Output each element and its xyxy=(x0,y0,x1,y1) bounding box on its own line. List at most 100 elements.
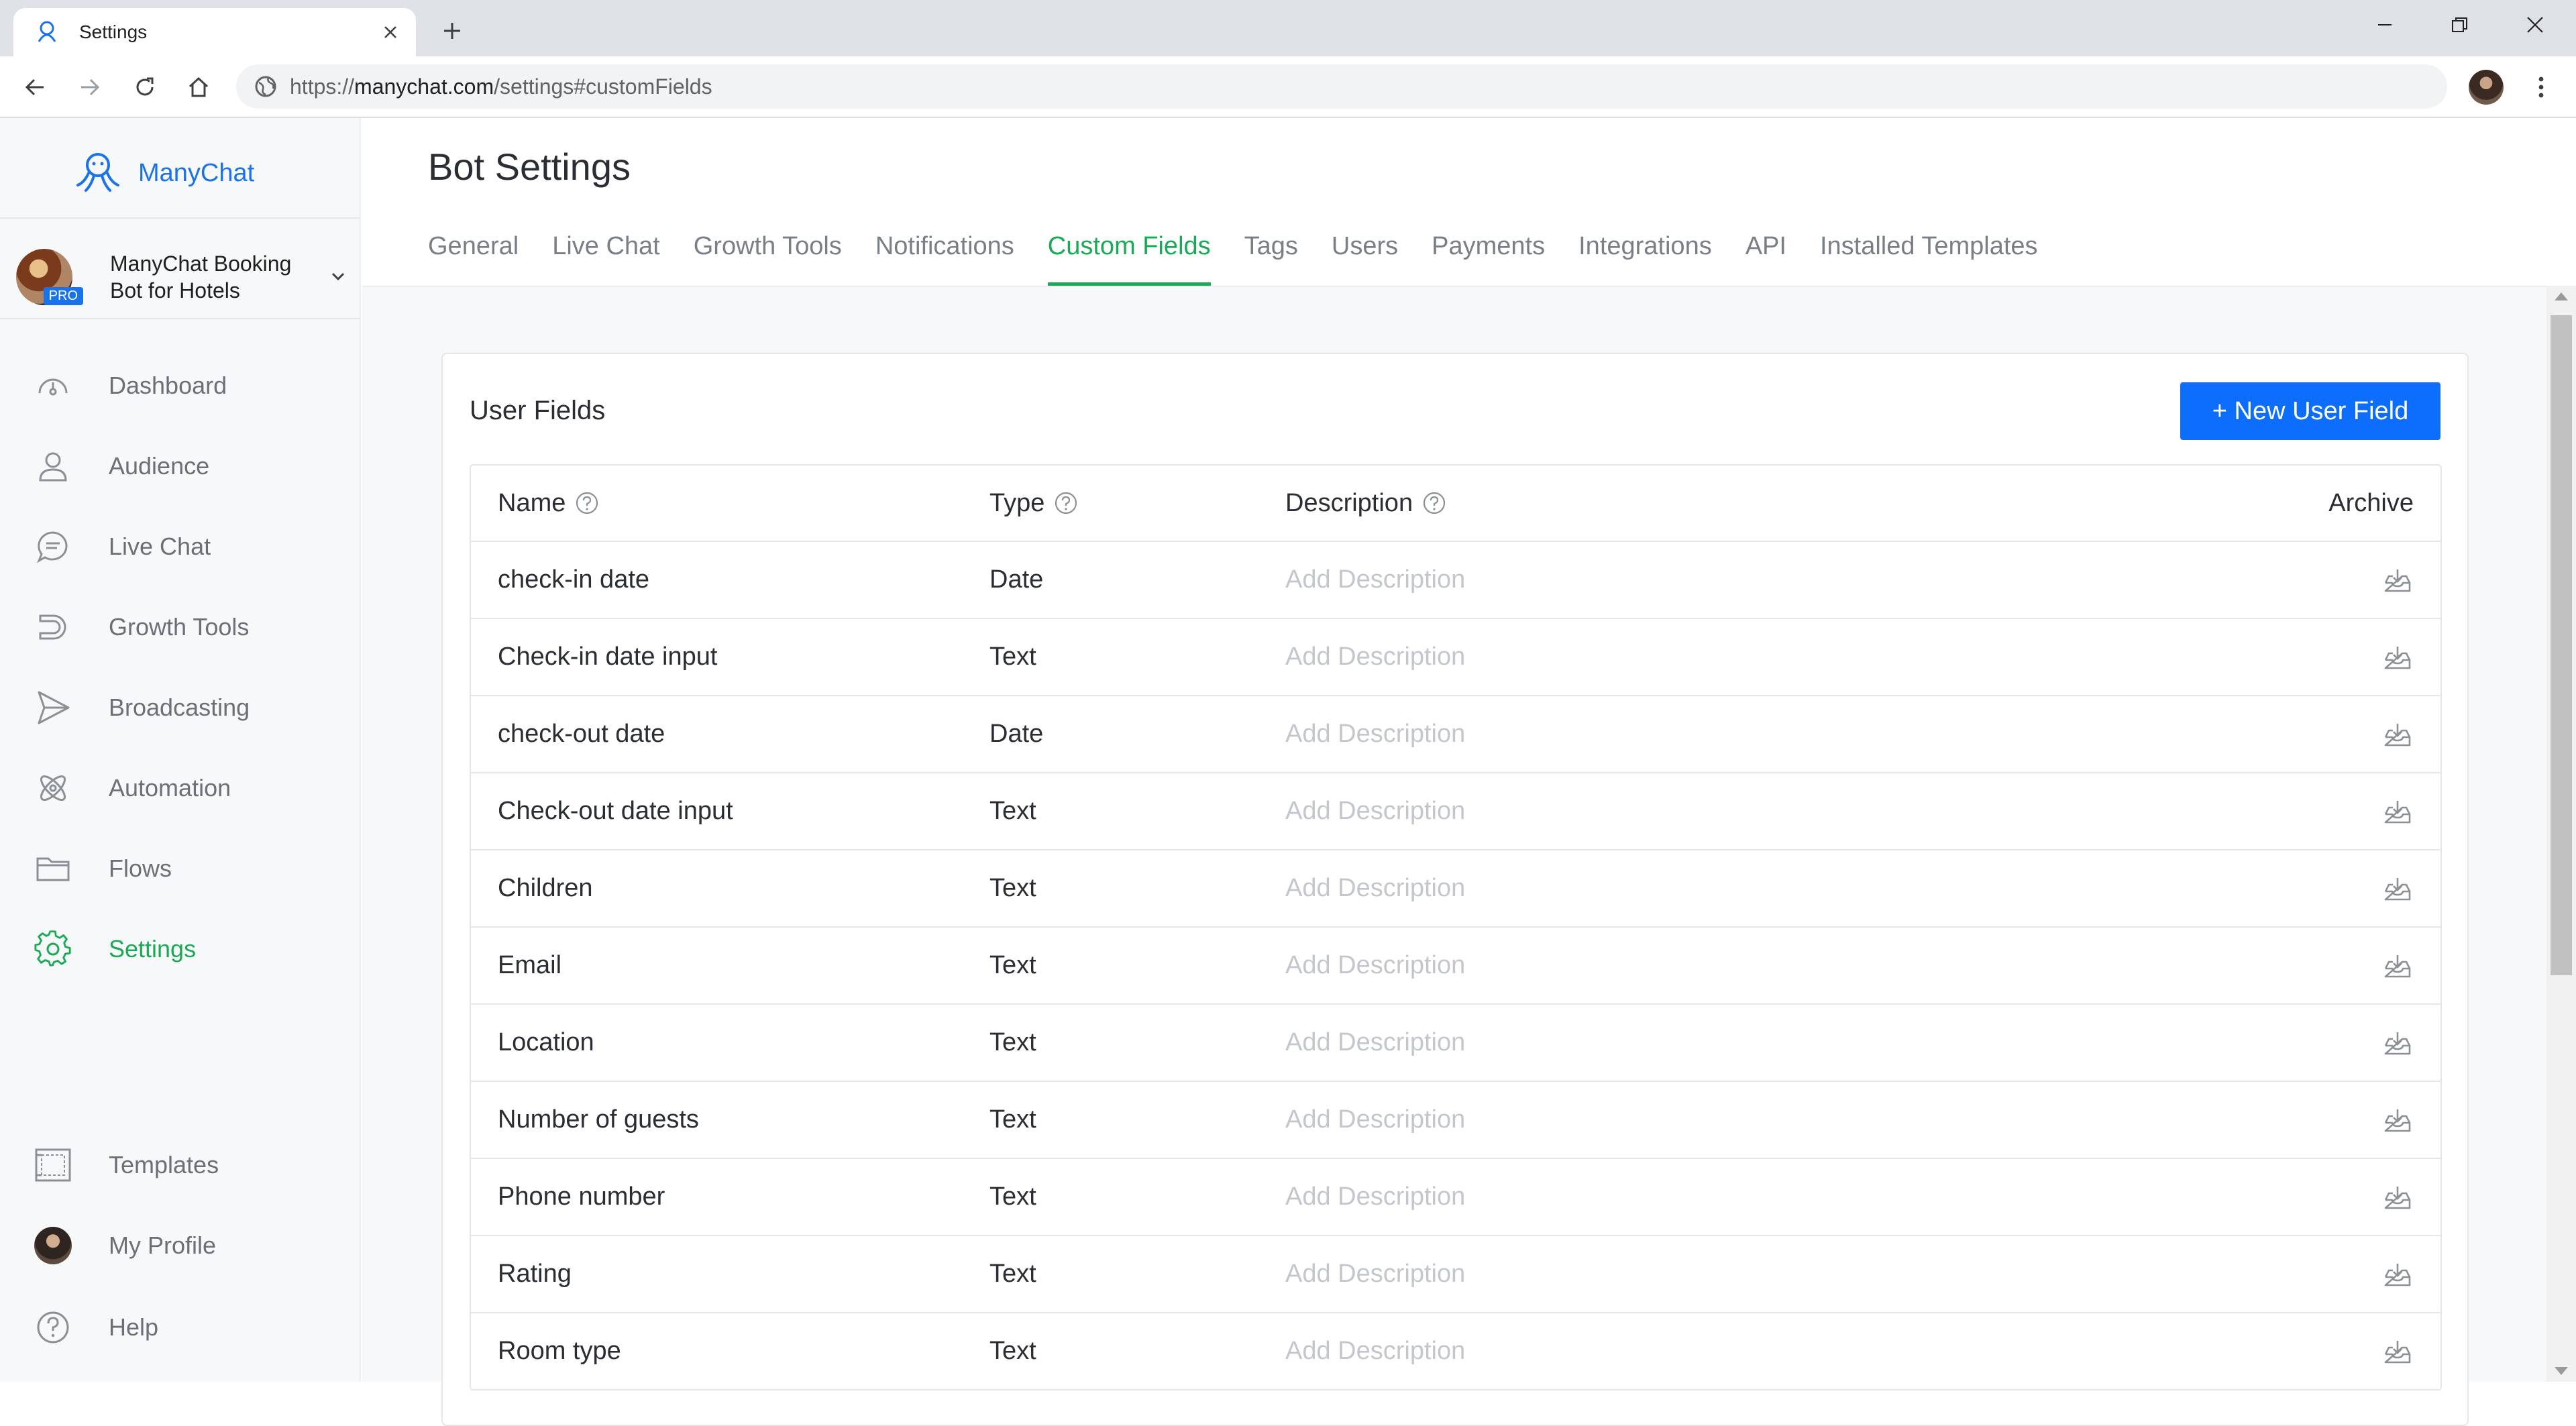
sidebar-item-audience[interactable]: Audience xyxy=(34,443,342,490)
account-switcher[interactable]: PRO ManyChat Booking Bot for Hotels xyxy=(16,240,352,314)
new-tab-plus-icon[interactable] xyxy=(433,12,471,50)
field-description[interactable]: Add Description xyxy=(1285,773,1465,849)
archive-button[interactable] xyxy=(2381,851,2414,926)
question-icon xyxy=(34,1308,72,1347)
field-description[interactable]: Add Description xyxy=(1285,1005,1465,1081)
brand-logo[interactable]: ManyChat xyxy=(71,146,254,200)
tab-live-chat[interactable]: Live Chat xyxy=(552,232,660,286)
archive-button[interactable] xyxy=(2381,1313,2414,1389)
field-name[interactable]: Room type xyxy=(498,1313,621,1389)
field-description[interactable]: Add Description xyxy=(1285,1236,1465,1312)
tab-general[interactable]: General xyxy=(428,232,519,286)
back-arrow-icon[interactable] xyxy=(16,68,54,106)
address-bar[interactable]: https://manychat.com/settings#customFiel… xyxy=(236,64,2447,109)
field-type: Text xyxy=(989,643,1036,671)
sidebar: ManyChat PRO ManyChat Booking Bot for Ho… xyxy=(0,118,361,1382)
archive-button[interactable] xyxy=(2381,1005,2414,1081)
minimize-icon[interactable] xyxy=(2348,0,2422,50)
home-icon[interactable] xyxy=(180,68,217,106)
browser-tab[interactable]: Settings xyxy=(13,8,416,56)
field-description[interactable]: Add Description xyxy=(1285,542,1465,618)
column-header-name: Name xyxy=(498,465,600,541)
tab-installed-templates[interactable]: Installed Templates xyxy=(1820,232,2038,286)
site-info-globe-icon[interactable] xyxy=(252,73,279,100)
field-type: Text xyxy=(989,1183,1036,1211)
archive-button[interactable] xyxy=(2381,1236,2414,1312)
sidebar-item-label: Audience xyxy=(109,452,210,480)
sidebar-item-label: Growth Tools xyxy=(109,613,250,641)
archive-button[interactable] xyxy=(2381,928,2414,1003)
field-name[interactable]: Email xyxy=(498,928,561,1003)
field-description[interactable]: Add Description xyxy=(1285,696,1465,772)
field-name[interactable]: Location xyxy=(498,1005,594,1081)
field-name[interactable]: check-out date xyxy=(498,696,665,772)
sidebar-item-dashboard[interactable]: Dashboard xyxy=(34,362,342,409)
sidebar-item-growth-tools[interactable]: Growth Tools xyxy=(34,604,342,651)
close-tab-icon[interactable] xyxy=(374,16,407,48)
scrollbar-thumb[interactable] xyxy=(2551,315,2572,975)
sidebar-item-help[interactable]: Help xyxy=(34,1304,342,1351)
archive-button[interactable] xyxy=(2381,619,2414,695)
help-circle-icon[interactable] xyxy=(1421,490,1448,516)
field-name[interactable]: Rating xyxy=(498,1236,572,1312)
vertical-scrollbar[interactable] xyxy=(2546,286,2576,1382)
browser-tab-title: Settings xyxy=(79,21,148,42)
template-icon xyxy=(34,1146,72,1185)
field-name[interactable]: Number of guests xyxy=(498,1082,699,1158)
browser-toolbar: https://manychat.com/settings#customFiel… xyxy=(0,56,2576,118)
scroll-up-arrow-icon[interactable] xyxy=(2555,292,2568,300)
sidebar-item-my-profile[interactable]: My Profile xyxy=(34,1222,342,1269)
archive-button[interactable] xyxy=(2381,773,2414,849)
field-description[interactable]: Add Description xyxy=(1285,928,1465,1003)
divider xyxy=(0,318,360,319)
restore-window-icon[interactable] xyxy=(2423,0,2497,50)
sidebar-item-broadcasting[interactable]: Broadcasting xyxy=(34,684,342,731)
field-name[interactable]: Children xyxy=(498,851,593,926)
field-name[interactable]: Phone number xyxy=(498,1159,665,1235)
sidebar-item-label: Settings xyxy=(109,935,197,963)
field-name[interactable]: Check-in date input xyxy=(498,619,717,695)
tab-users[interactable]: Users xyxy=(1332,232,1398,286)
tab-notifications[interactable]: Notifications xyxy=(875,232,1014,286)
close-window-icon[interactable] xyxy=(2498,0,2572,50)
field-description[interactable]: Add Description xyxy=(1285,851,1465,926)
field-description[interactable]: Add Description xyxy=(1285,1313,1465,1389)
sidebar-item-templates[interactable]: Templates xyxy=(34,1142,342,1189)
scroll-down-arrow-icon[interactable] xyxy=(2555,1367,2568,1375)
archive-button[interactable] xyxy=(2381,1159,2414,1235)
magnet-icon xyxy=(34,608,72,647)
sidebar-item-automation[interactable]: Automation xyxy=(34,765,342,812)
chevron-down-icon[interactable] xyxy=(325,263,352,290)
tab-integrations[interactable]: Integrations xyxy=(1578,232,1712,286)
chat-bubble-icon xyxy=(34,527,72,566)
field-description[interactable]: Add Description xyxy=(1285,1082,1465,1158)
archive-icon xyxy=(2381,873,2414,905)
person-icon xyxy=(34,447,72,486)
field-type: Text xyxy=(989,951,1036,979)
tab-growth-tools[interactable]: Growth Tools xyxy=(694,232,842,286)
table-row: Children Text Add Description xyxy=(471,851,2440,928)
tab-payments[interactable]: Payments xyxy=(1432,232,1545,286)
sidebar-item-live-chat[interactable]: Live Chat xyxy=(34,523,342,570)
browser-profile-avatar[interactable] xyxy=(2469,70,2504,105)
field-type: Text xyxy=(989,1028,1036,1056)
sidebar-item-settings[interactable]: Settings xyxy=(34,926,342,973)
archive-button[interactable] xyxy=(2381,696,2414,772)
tab-custom-fields[interactable]: Custom Fields xyxy=(1047,232,1211,286)
archive-icon xyxy=(2381,718,2414,751)
forward-arrow-icon[interactable] xyxy=(71,68,109,106)
field-name[interactable]: Check-out date input xyxy=(498,773,733,849)
reload-icon[interactable] xyxy=(126,68,164,106)
archive-button[interactable] xyxy=(2381,1082,2414,1158)
sidebar-item-flows[interactable]: Flows xyxy=(34,845,342,892)
help-circle-icon[interactable] xyxy=(574,490,600,516)
kebab-menu-icon[interactable] xyxy=(2522,68,2560,106)
field-description[interactable]: Add Description xyxy=(1285,619,1465,695)
tab-api[interactable]: API xyxy=(1746,232,1786,286)
help-circle-icon[interactable] xyxy=(1053,490,1079,516)
field-name[interactable]: check-in date xyxy=(498,542,649,618)
archive-button[interactable] xyxy=(2381,542,2414,618)
tab-tags[interactable]: Tags xyxy=(1244,232,1298,286)
new-user-field-button[interactable]: + New User Field xyxy=(2180,382,2440,440)
field-description[interactable]: Add Description xyxy=(1285,1159,1465,1235)
